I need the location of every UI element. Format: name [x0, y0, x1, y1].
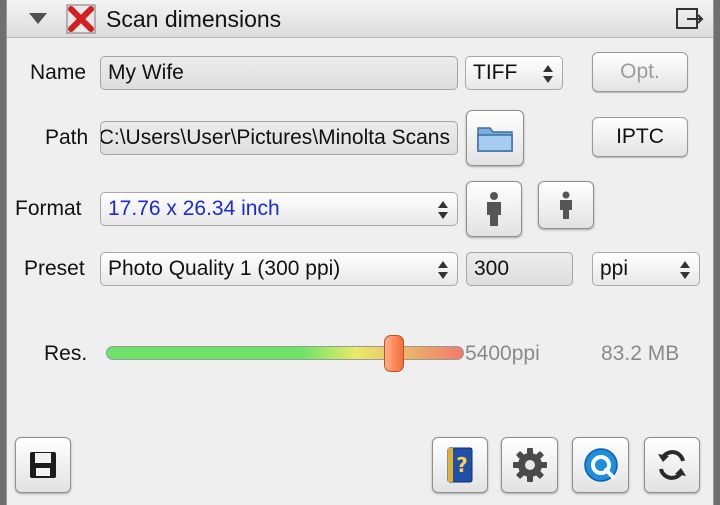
file-type-select[interactable]: TIFF: [465, 56, 563, 90]
ppi-unit-select[interactable]: ppi: [592, 252, 700, 286]
resolution-label: Res.: [44, 342, 88, 365]
help-button[interactable]: ?: [432, 437, 488, 493]
quick-scan-icon: [583, 448, 618, 482]
path-label: Path: [45, 126, 89, 149]
iptc-button[interactable]: IPTC: [592, 117, 688, 157]
resolution-value: 5400ppi: [465, 342, 540, 365]
save-icon: [30, 452, 56, 478]
format-value: 17.76 x 26.34 inch: [108, 197, 280, 220]
settings-button[interactable]: [501, 437, 558, 493]
scan-dimensions-panel: Scan dimensions Name My Wife TIFF Opt. P…: [6, 0, 714, 505]
name-input[interactable]: My Wife: [100, 56, 458, 90]
collapse-arrow-icon[interactable]: [29, 13, 47, 24]
preset-value: Photo Quality 1 (300 ppi): [108, 257, 341, 280]
folder-icon: [477, 127, 513, 152]
portrait-person-icon: [487, 192, 501, 226]
updown-icon: [680, 261, 690, 279]
refresh-icon: [658, 450, 686, 480]
resolution-slider-thumb[interactable]: [384, 335, 405, 372]
panel-title: Scan dimensions: [106, 6, 282, 32]
svg-text:?: ?: [456, 453, 468, 477]
save-button[interactable]: [15, 437, 71, 493]
help-book-icon: ?: [447, 447, 473, 483]
preset-select[interactable]: Photo Quality 1 (300 ppi): [100, 252, 458, 286]
file-type-value: TIFF: [473, 61, 518, 84]
undock-icon[interactable]: [675, 7, 705, 31]
format-select[interactable]: 17.76 x 26.34 inch: [100, 192, 458, 226]
ppi-input[interactable]: 300: [466, 252, 573, 286]
updown-icon: [543, 65, 553, 83]
landscape-orientation-button[interactable]: [538, 181, 594, 229]
landscape-person-icon: [560, 191, 572, 219]
quick-scan-button[interactable]: [572, 437, 629, 493]
red-x-icon: [66, 4, 96, 34]
preset-label: Preset: [24, 257, 85, 280]
panel-titlebar: Scan dimensions: [7, 0, 713, 38]
browse-folder-button[interactable]: [466, 110, 524, 166]
portrait-orientation-button[interactable]: [466, 181, 522, 237]
path-input[interactable]: C:\Users\User\Pictures\Minolta Scans: [100, 121, 458, 155]
format-label: Format: [15, 197, 82, 220]
updown-icon: [438, 201, 448, 219]
updown-icon: [438, 261, 448, 279]
name-label: Name: [30, 61, 87, 84]
resolution-slider-track[interactable]: [106, 346, 464, 360]
opt-button[interactable]: Opt.: [592, 52, 688, 92]
refresh-button[interactable]: [644, 437, 700, 493]
file-size-value: 83.2 MB: [601, 342, 680, 365]
ppi-unit-value: ppi: [600, 257, 629, 280]
gear-icon: [512, 448, 547, 482]
